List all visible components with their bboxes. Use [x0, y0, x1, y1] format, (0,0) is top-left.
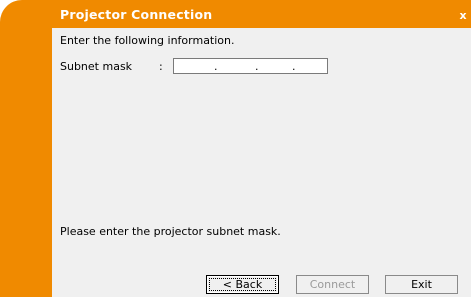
window-title: Projector Connection [60, 7, 213, 22]
subnet-octet-1[interactable] [176, 59, 210, 73]
octet-separator: . [292, 60, 296, 73]
octet-separator: . [255, 60, 259, 73]
subnet-mask-label: Subnet mask [60, 60, 133, 73]
dialog-content: Enter the following information. Subnet … [52, 28, 471, 297]
subnet-octet-3[interactable] [260, 59, 292, 73]
exit-button[interactable]: Exit [385, 275, 458, 294]
octet-separator: . [214, 60, 218, 73]
subnet-octet-2[interactable] [219, 59, 253, 73]
subnet-octet-4[interactable] [297, 59, 326, 73]
back-button-label: < Back [209, 278, 276, 291]
close-icon[interactable]: x [457, 10, 469, 22]
projector-connection-window: Projector Connection x Enter the followi… [0, 0, 471, 297]
hint-text: Please enter the projector subnet mask. [60, 225, 281, 238]
instruction-text: Enter the following information. [60, 34, 235, 47]
subnet-mask-colon: : [159, 60, 163, 73]
subnet-mask-input[interactable]: . . . [173, 58, 328, 74]
connect-button[interactable]: Connect [296, 275, 369, 294]
back-button[interactable]: < Back [206, 275, 279, 294]
